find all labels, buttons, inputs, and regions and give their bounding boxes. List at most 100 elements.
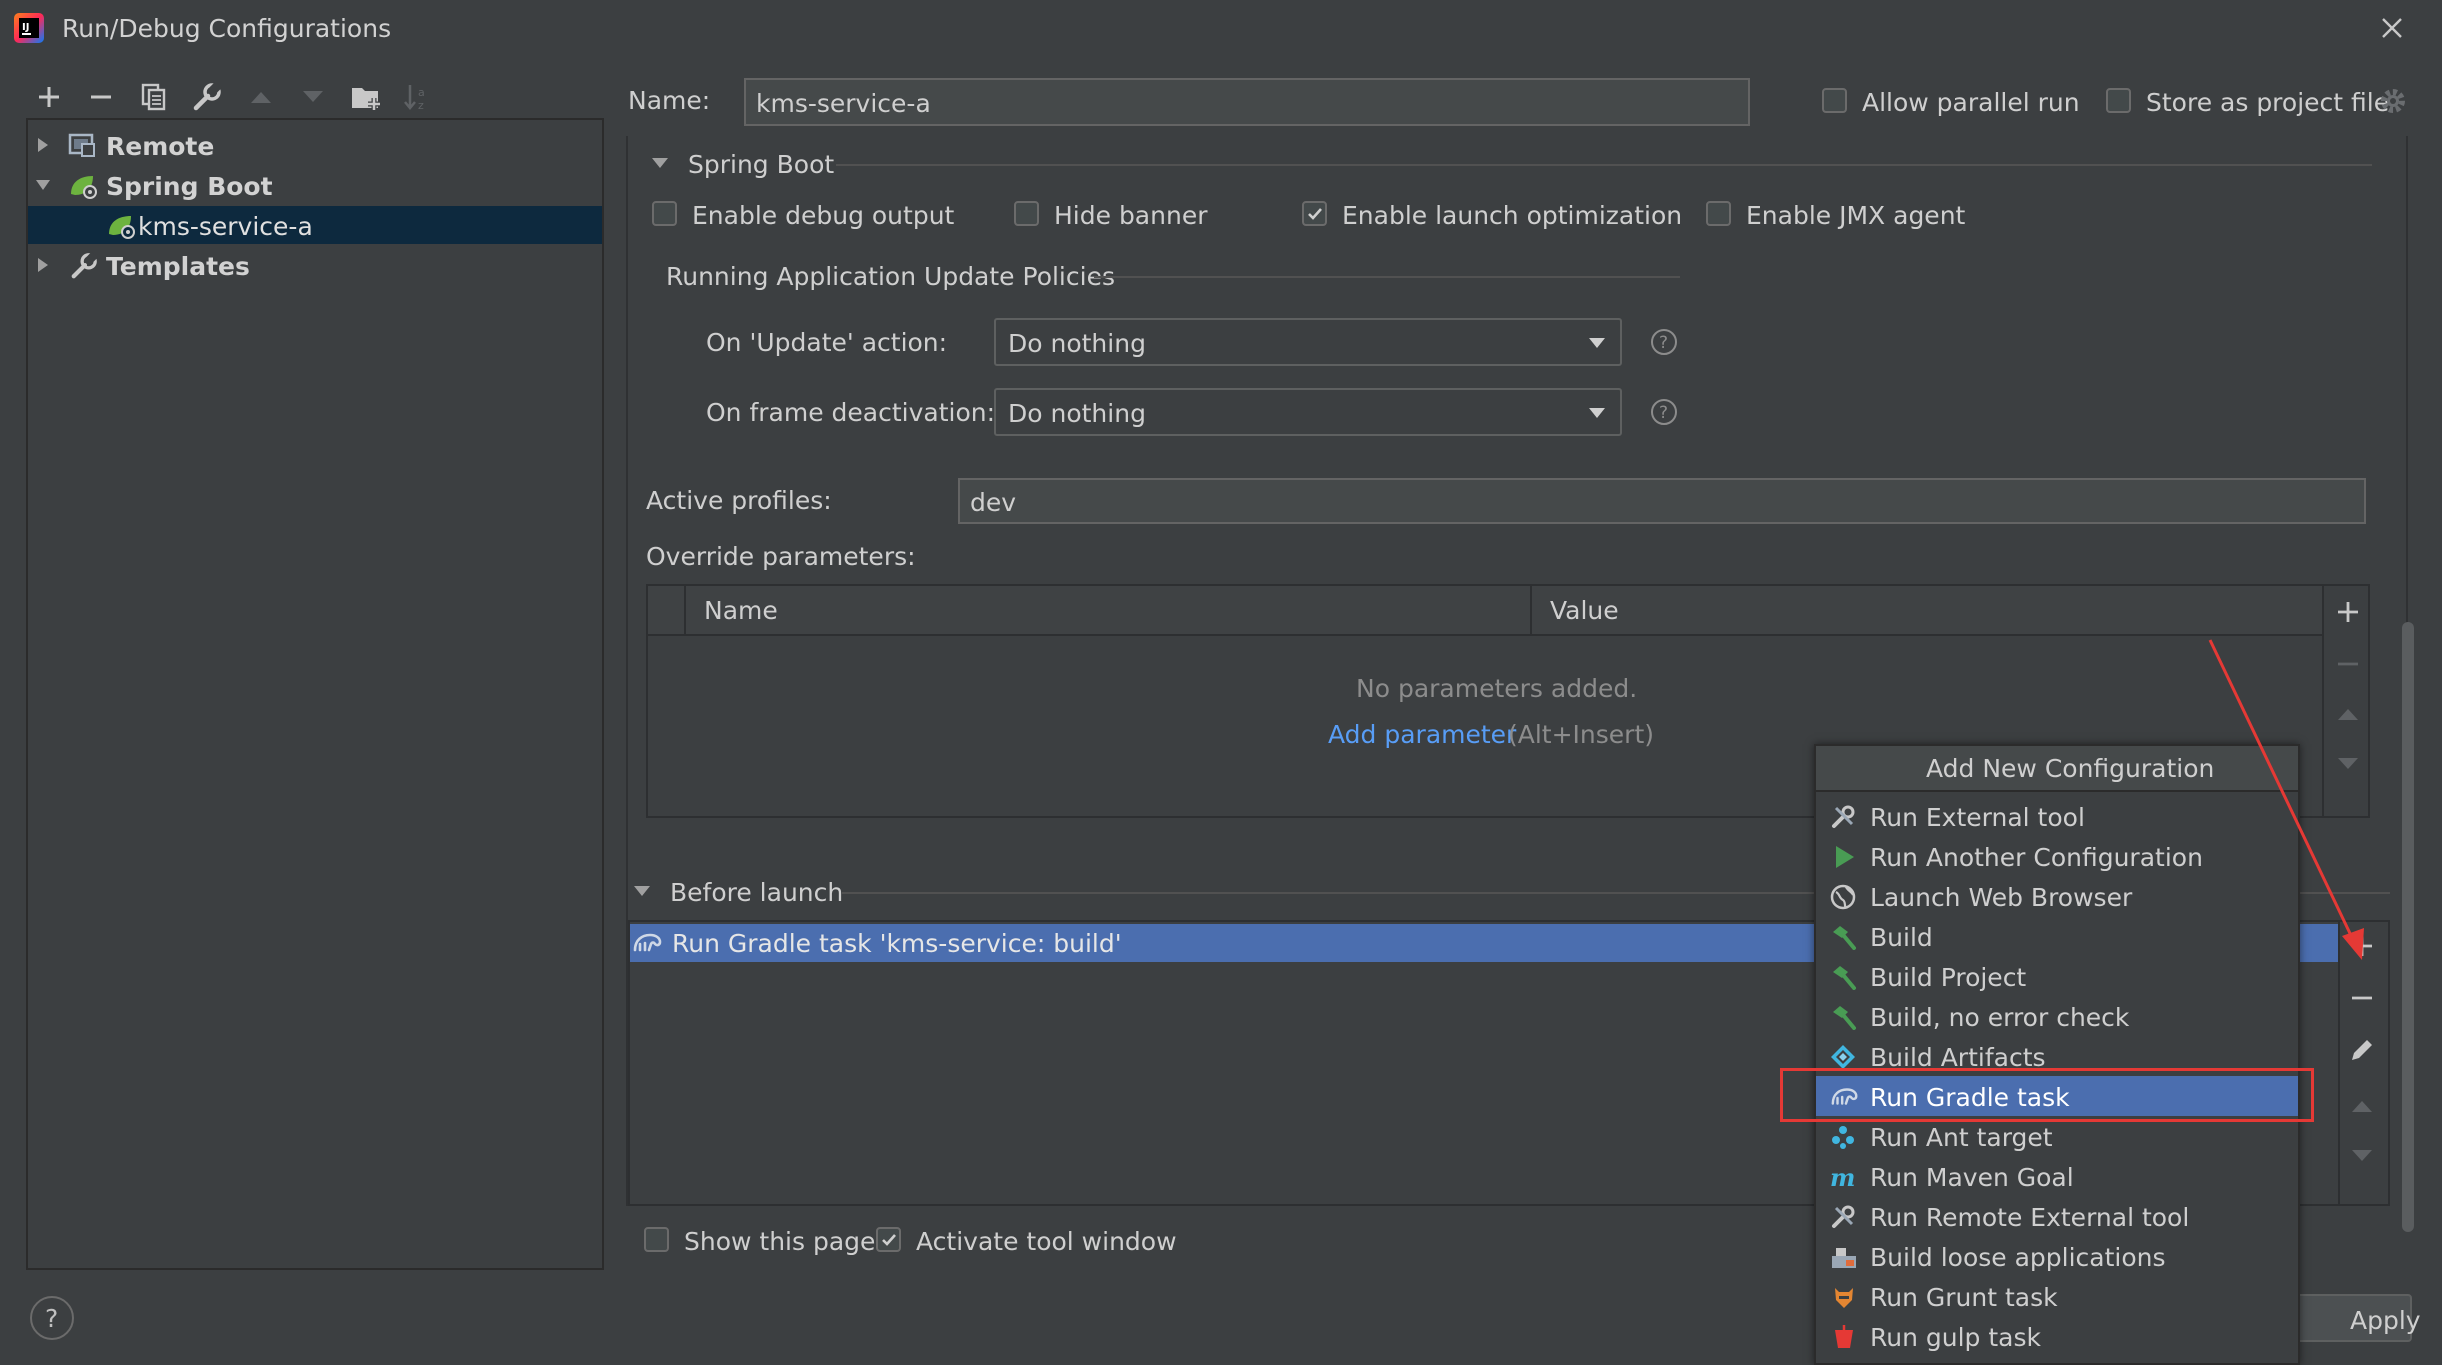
before-launch-collapse-icon[interactable] — [632, 884, 652, 898]
add-parameter-shortcut: (Alt+Insert) — [1508, 720, 1655, 749]
move-down-icon[interactable] — [300, 88, 326, 106]
enable-launch-opt-label: Enable launch optimization — [1342, 201, 1683, 230]
checkmark-icon — [882, 1234, 896, 1246]
intellij-logo-icon: IJ — [14, 13, 44, 43]
move-up-icon[interactable] — [248, 88, 274, 106]
spring-boot-icon — [68, 172, 100, 200]
remove-icon[interactable] — [88, 84, 114, 110]
show-page-label: Show this page — [684, 1227, 876, 1256]
checkmark-icon — [1308, 208, 1322, 220]
tree-item-remote[interactable]: Remote — [28, 126, 602, 164]
package-icon — [1830, 1244, 1858, 1270]
help-icon[interactable]: ? — [1650, 398, 1678, 426]
enable-launch-opt-checkbox[interactable] — [1302, 201, 1327, 226]
expand-arrow-icon[interactable] — [36, 256, 50, 274]
chevron-down-icon — [1588, 407, 1606, 419]
globe-icon — [1830, 884, 1858, 910]
policies-title: Running Application Update Policies — [666, 262, 1115, 291]
title-bar: IJ Run/Debug Configurations — [0, 0, 2442, 56]
run-icon — [1830, 844, 1858, 870]
active-profiles-input[interactable]: dev — [958, 478, 2366, 524]
tree-item-templates[interactable]: Templates — [28, 246, 602, 284]
menu-item-run-ant-target[interactable]: Run Ant target — [1816, 1116, 2298, 1156]
hide-banner-label: Hide banner — [1054, 201, 1208, 230]
policies-divider — [1094, 276, 1680, 278]
name-label: Name: — [628, 86, 711, 115]
name-input[interactable]: kms-service-a — [744, 78, 1750, 126]
tree-item-kms-service-a[interactable]: kms-service-a — [28, 206, 602, 244]
on-frame-select[interactable]: Do nothing — [994, 388, 1622, 436]
menu-item-run-maven-goal[interactable]: m Run Maven Goal — [1816, 1156, 2298, 1196]
chevron-down-icon — [1588, 337, 1606, 349]
tree-label: Templates — [106, 252, 250, 281]
spring-boot-collapse-icon[interactable] — [650, 156, 670, 170]
allow-parallel-checkbox[interactable] — [1822, 88, 1847, 113]
external-tool-icon — [1830, 804, 1858, 830]
enable-jmx-label: Enable JMX agent — [1746, 201, 1966, 230]
activate-tool-label: Activate tool window — [916, 1227, 1177, 1256]
move-up-icon[interactable] — [2350, 1098, 2374, 1114]
hammer-icon — [1830, 1004, 1858, 1030]
add-icon[interactable] — [2336, 600, 2360, 624]
menu-item-run-remote-external-tool[interactable]: Run Remote External tool — [1816, 1196, 2298, 1236]
activate-tool-checkbox[interactable] — [876, 1227, 901, 1252]
hammer-icon — [1830, 924, 1858, 950]
maven-icon: m — [1830, 1164, 1858, 1190]
grunt-icon — [1830, 1284, 1858, 1310]
menu-item-build-loose-applications[interactable]: Build loose applications — [1816, 1236, 2298, 1276]
remote-icon — [68, 132, 96, 158]
collapse-arrow-icon[interactable] — [34, 178, 52, 192]
gear-icon[interactable] — [2378, 86, 2408, 116]
gulp-icon — [1830, 1324, 1858, 1350]
spring-boot-section-title: Spring Boot — [688, 150, 835, 179]
column-name[interactable]: Name — [704, 598, 778, 623]
annotation-arrow — [2208, 639, 2364, 960]
svg-text:a: a — [418, 86, 425, 99]
add-parameter-link[interactable]: Add parameter — [1328, 722, 1516, 747]
window-title: Run/Debug Configurations — [62, 14, 392, 43]
left-toolbar: az — [30, 80, 450, 114]
apply-button[interactable]: Apply — [2296, 1294, 2421, 1342]
remove-icon[interactable] — [2350, 986, 2374, 1010]
external-tool-icon — [1830, 1204, 1858, 1230]
empty-table-text: No parameters added. — [1356, 674, 1638, 703]
wrench-icon[interactable] — [192, 82, 222, 112]
on-update-select[interactable]: Do nothing — [994, 318, 1622, 366]
enable-debug-checkbox[interactable] — [652, 201, 677, 226]
menu-item-build-no-error-check[interactable]: Build, no error check — [1816, 996, 2298, 1036]
annotation-highlight-box — [1780, 1068, 2314, 1122]
enable-jmx-checkbox[interactable] — [1706, 201, 1731, 226]
store-project-checkbox[interactable] — [2106, 88, 2131, 113]
store-project-label: Store as project file — [2146, 88, 2390, 117]
config-tree: Remote Spring Boot kms-service-a Templat… — [26, 118, 604, 1270]
close-icon[interactable] — [2380, 16, 2404, 40]
help-button[interactable]: ? — [30, 1296, 74, 1340]
table-header: Name Value — [648, 586, 2322, 636]
vertical-scrollbar[interactable] — [2402, 622, 2414, 1232]
svg-text:m: m — [1830, 1164, 1855, 1190]
svg-text:z: z — [418, 99, 424, 112]
sort-icon[interactable]: az — [402, 82, 432, 112]
column-value[interactable]: Value — [1550, 598, 1619, 623]
hide-banner-checkbox[interactable] — [1014, 201, 1039, 226]
tree-label: kms-service-a — [138, 212, 313, 241]
active-profiles-label: Active profiles: — [646, 486, 832, 515]
ant-icon — [1830, 1124, 1858, 1150]
copy-icon[interactable] — [140, 82, 168, 112]
move-down-icon[interactable] — [2350, 1148, 2374, 1164]
menu-item-run-grunt-task[interactable]: Run Grunt task — [1816, 1276, 2298, 1316]
expand-arrow-icon[interactable] — [36, 136, 50, 154]
help-icon[interactable]: ? — [1650, 328, 1678, 356]
artifacts-icon — [1830, 1044, 1858, 1070]
menu-item-run-gulp-task[interactable]: Run gulp task — [1816, 1316, 2298, 1356]
override-label: Override parameters: — [646, 542, 916, 571]
show-page-checkbox[interactable] — [644, 1227, 669, 1252]
enable-debug-label: Enable debug output — [692, 201, 955, 230]
tree-item-spring-boot[interactable]: Spring Boot — [28, 166, 602, 204]
folder-icon[interactable] — [350, 82, 382, 112]
edit-icon[interactable] — [2348, 1036, 2376, 1064]
add-icon[interactable] — [36, 84, 62, 110]
popup-title: Add New Configuration — [1926, 754, 2215, 783]
tree-label: Remote — [106, 132, 215, 161]
wrench-icon — [70, 252, 98, 280]
